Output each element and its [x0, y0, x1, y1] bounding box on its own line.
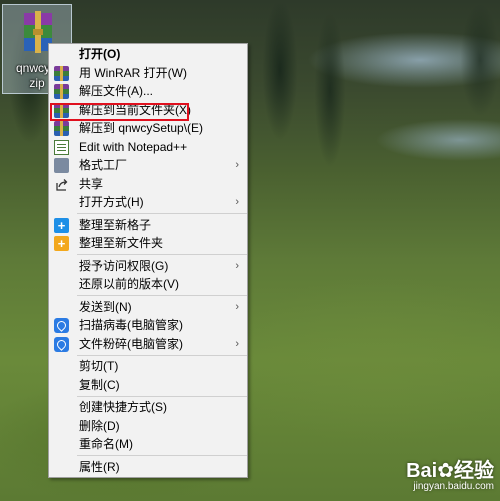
shield-icon	[54, 336, 69, 352]
menu-item-shred-file[interactable]: 文件粉碎(电脑管家) ›	[49, 335, 247, 354]
winrar-icon	[54, 65, 69, 81]
menu-item-rename[interactable]: 重命名(M)	[49, 435, 247, 454]
menu-item-create-shortcut[interactable]: 创建快捷方式(S)	[49, 398, 247, 417]
menu-item-label: 属性(R)	[79, 459, 120, 474]
menu-item-label: 发送到(N)	[79, 299, 132, 314]
winrar-icon	[54, 102, 69, 118]
menu-item-cut[interactable]: 剪切(T)	[49, 357, 247, 376]
menu-item-label: 整理至新格子	[79, 217, 152, 232]
winrar-icon	[54, 84, 69, 99]
menu-item-give-access[interactable]: 授予访问权限(G) ›	[49, 257, 247, 276]
yellow-plus-icon: +	[54, 236, 69, 251]
menu-separator	[77, 354, 247, 356]
menu-item-label: 解压到 qnwcySetup\(E)	[79, 121, 204, 135]
baidu-jingyan-watermark: Bai✿经验 jingyan.baidu.com	[406, 461, 494, 493]
submenu-arrow-icon: ›	[235, 159, 239, 171]
menu-item-delete[interactable]: 删除(D)	[49, 417, 247, 436]
menu-separator	[77, 295, 247, 296]
watermark-url: jingyan.baidu.com	[413, 481, 494, 492]
menu-item-extract-to-folder[interactable]: 解压到 qnwcySetup\(E)	[49, 119, 247, 138]
menu-item-scan-virus[interactable]: 扫描病毒(电脑管家)	[49, 316, 247, 335]
format-factory-icon	[54, 158, 69, 173]
watermark-brand2: 经验	[454, 460, 494, 482]
menu-separator	[77, 395, 247, 397]
menu-item-label: Edit with Notepad++	[79, 139, 188, 154]
menu-item-format-factory[interactable]: 格式工厂 ›	[49, 156, 247, 175]
menu-item-open-with[interactable]: 打开方式(H) ›	[49, 193, 247, 212]
menu-item-organize-new-folder[interactable]: + 整理至新文件夹	[49, 234, 247, 253]
menu-item-label: 创建快捷方式(S)	[79, 400, 167, 414]
submenu-arrow-icon: ›	[235, 300, 239, 313]
menu-item-organize-new-grid[interactable]: + 整理至新格子	[49, 216, 247, 235]
menu-item-share[interactable]: 共享	[49, 175, 247, 194]
menu-item-send-to[interactable]: 发送到(N) ›	[49, 298, 247, 317]
menu-item-extract-files[interactable]: 解压文件(A)...	[49, 82, 247, 101]
menu-item-label: 授予访问权限(G)	[79, 258, 169, 273]
menu-item-open[interactable]: 打开(O)	[49, 45, 247, 64]
menu-item-label: 用 WinRAR 打开(W)	[79, 65, 187, 80]
menu-item-label: 格式工厂	[79, 158, 128, 172]
submenu-arrow-icon: ›	[235, 196, 239, 208]
watermark-brand: Bai	[406, 460, 438, 482]
menu-item-label: 解压到当前文件夹(X)	[79, 102, 191, 117]
menu-separator	[77, 254, 247, 255]
menu-item-label: 打开方式(H)	[79, 195, 144, 209]
menu-separator	[77, 213, 247, 214]
menu-item-label: 文件粉碎(电脑管家)	[79, 336, 183, 351]
shield-icon	[54, 318, 69, 333]
menu-item-restore-previous[interactable]: 还原以前的版本(V)	[49, 275, 247, 294]
menu-separator	[77, 455, 247, 456]
menu-item-label: 整理至新文件夹	[79, 236, 164, 250]
submenu-arrow-icon: ›	[235, 337, 239, 350]
menu-item-extract-here[interactable]: 解压到当前文件夹(X)	[49, 101, 247, 120]
paw-icon: ✿	[437, 460, 454, 482]
menu-item-label: 共享	[79, 176, 104, 191]
menu-item-label: 复制(C)	[79, 377, 120, 392]
menu-item-label: 打开(O)	[79, 47, 121, 61]
menu-item-label: 解压文件(A)...	[79, 84, 153, 98]
menu-item-label: 重命名(M)	[79, 437, 133, 451]
menu-item-open-with-winrar[interactable]: 用 WinRAR 打开(W)	[49, 64, 247, 83]
menu-item-label: 扫描病毒(电脑管家)	[79, 318, 183, 332]
menu-item-label: 还原以前的版本(V)	[79, 277, 179, 291]
menu-item-label: 剪切(T)	[79, 359, 119, 373]
blue-plus-icon: +	[54, 217, 69, 233]
context-menu: 打开(O) 用 WinRAR 打开(W) 解压文件(A)... 解压到当前文件夹…	[48, 43, 248, 478]
submenu-arrow-icon: ›	[235, 259, 239, 272]
menu-item-copy[interactable]: 复制(C)	[49, 376, 247, 395]
notepad-icon	[54, 139, 69, 155]
menu-item-edit-notepad[interactable]: Edit with Notepad++	[49, 138, 247, 157]
share-icon	[54, 177, 69, 192]
winrar-icon	[54, 121, 69, 136]
menu-item-properties[interactable]: 属性(R)	[49, 458, 247, 477]
menu-item-label: 删除(D)	[79, 418, 120, 433]
